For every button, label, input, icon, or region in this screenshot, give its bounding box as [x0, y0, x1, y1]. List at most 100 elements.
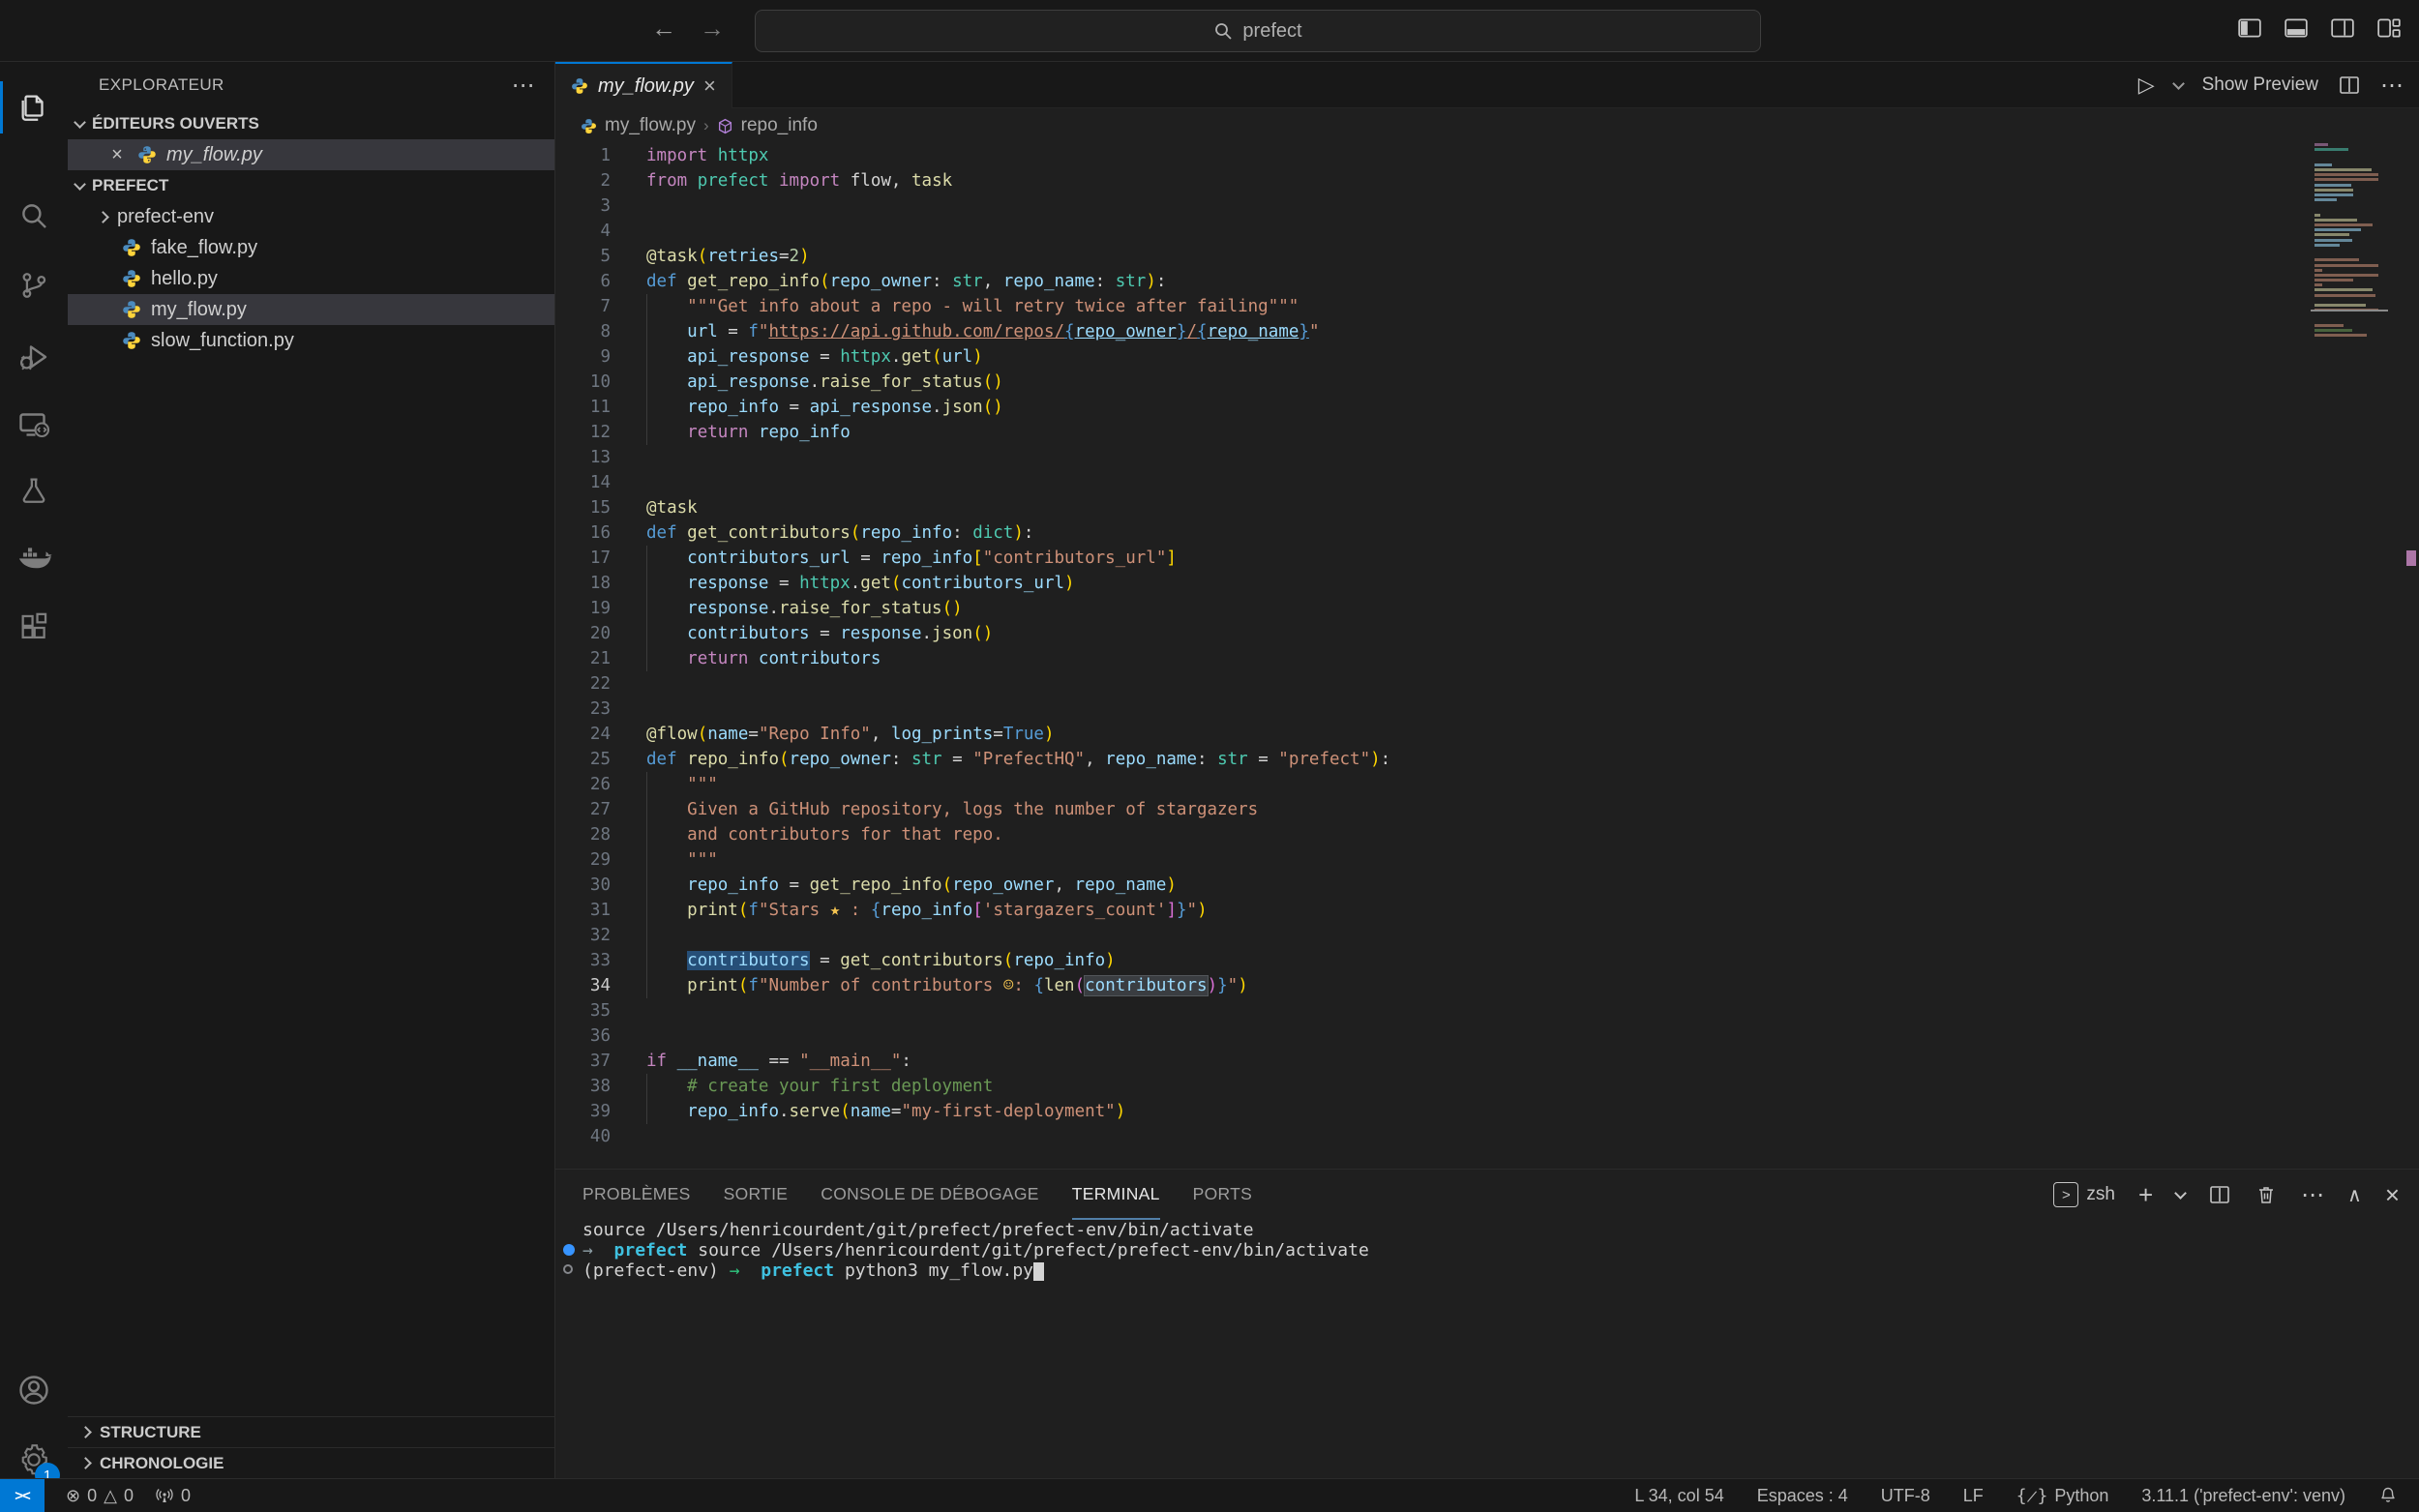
- code-area[interactable]: 1import httpx2from prefect import flow, …: [555, 143, 2419, 1169]
- encoding-status[interactable]: UTF-8: [1881, 1486, 1930, 1506]
- tab-my-flow[interactable]: my_flow.py ×: [555, 62, 732, 108]
- notifications-bell-icon[interactable]: [2378, 1486, 2398, 1505]
- toggle-secondary-sidebar-icon[interactable]: [2330, 15, 2355, 41]
- split-editor-icon[interactable]: [2338, 74, 2361, 97]
- toggle-panel-icon[interactable]: [2284, 15, 2309, 41]
- split-terminal-icon[interactable]: [2208, 1183, 2231, 1206]
- code-line-27[interactable]: 27 Given a GitHub repository, logs the n…: [555, 797, 2419, 822]
- terminal-dropdown-icon[interactable]: [2174, 1187, 2187, 1200]
- activitybar-extensions[interactable]: [0, 596, 68, 660]
- sidebar-file-prefect-env[interactable]: prefect-env: [68, 201, 554, 232]
- code-line-9[interactable]: 9 api_response = httpx.get(url): [555, 344, 2419, 370]
- toggle-sidebar-icon[interactable]: [2237, 15, 2262, 41]
- breadcrumb-file[interactable]: my_flow.py: [605, 115, 696, 136]
- sidebar-file-slow-function-py[interactable]: slow_function.py: [68, 325, 554, 356]
- code-line-5[interactable]: 5@task(retries=2): [555, 244, 2419, 269]
- python-interpreter-status[interactable]: 3.11.1 ('prefect-env': venv): [2141, 1486, 2345, 1506]
- code-line-35[interactable]: 35: [555, 998, 2419, 1023]
- panel-tab-probl-mes[interactable]: PROBLÈMES: [582, 1170, 691, 1220]
- code-line-30[interactable]: 30 repo_info = get_repo_info(repo_owner,…: [555, 873, 2419, 898]
- code-line-14[interactable]: 14: [555, 470, 2419, 495]
- command-center-search[interactable]: prefect: [755, 10, 1761, 52]
- code-line-22[interactable]: 22: [555, 671, 2419, 697]
- panel-more-actions-icon[interactable]: ⋯: [2301, 1181, 2324, 1209]
- problems-status[interactable]: ⊗ 0 △ 0: [66, 1486, 134, 1506]
- maximize-panel-icon[interactable]: ∧: [2347, 1183, 2362, 1207]
- code-line-13[interactable]: 13: [555, 445, 2419, 470]
- code-line-15[interactable]: 15@task: [555, 495, 2419, 520]
- code-line-18[interactable]: 18 response = httpx.get(contributors_url…: [555, 571, 2419, 596]
- terminal-shell-selector[interactable]: > zsh: [2053, 1182, 2115, 1207]
- sidebar-file-my-flow-py[interactable]: my_flow.py: [68, 294, 554, 325]
- close-icon[interactable]: ×: [106, 144, 128, 166]
- code-line-34[interactable]: 34 print(f"Number of contributors ☺: {le…: [555, 973, 2419, 998]
- code-line-19[interactable]: 19 response.raise_for_status(): [555, 596, 2419, 621]
- code-line-33[interactable]: 33 contributors = get_contributors(repo_…: [555, 948, 2419, 973]
- run-dropdown-icon[interactable]: [2172, 77, 2185, 90]
- code-line-31[interactable]: 31 print(f"Stars ★ : {repo_info['stargaz…: [555, 898, 2419, 923]
- customize-layout-icon[interactable]: [2376, 15, 2402, 41]
- activitybar-explorer[interactable]: [0, 75, 68, 139]
- remote-indicator[interactable]: ><: [0, 1479, 45, 1512]
- code-line-6[interactable]: 6def get_repo_info(repo_owner: str, repo…: [555, 269, 2419, 294]
- explorer-more-actions-icon[interactable]: ⋯: [512, 72, 535, 100]
- panel-tab-console-de-d-bogage[interactable]: CONSOLE DE DÉBOGAGE: [821, 1170, 1038, 1220]
- code-line-38[interactable]: 38 # create your first deployment: [555, 1074, 2419, 1099]
- new-terminal-icon[interactable]: +: [2138, 1180, 2153, 1210]
- terminal-output[interactable]: source /Users/henricourdent/git/prefect/…: [555, 1220, 2419, 1281]
- code-line-2[interactable]: 2from prefect import flow, task: [555, 168, 2419, 193]
- code-line-39[interactable]: 39 repo_info.serve(name="my-first-deploy…: [555, 1099, 2419, 1124]
- code-line-29[interactable]: 29 """: [555, 847, 2419, 873]
- code-line-25[interactable]: 25def repo_info(repo_owner: str = "Prefe…: [555, 747, 2419, 772]
- show-preview-button[interactable]: Show Preview: [2202, 74, 2318, 96]
- sidebar-file-hello-py[interactable]: hello.py: [68, 263, 554, 294]
- code-line-4[interactable]: 4: [555, 219, 2419, 244]
- code-line-11[interactable]: 11 repo_info = api_response.json(): [555, 395, 2419, 420]
- editor-more-actions-icon[interactable]: ⋯: [2380, 72, 2404, 100]
- nav-forward-icon[interactable]: →: [695, 14, 730, 44]
- code-line-8[interactable]: 8 url = f"https://api.github.com/repos/{…: [555, 319, 2419, 344]
- activitybar-remote-explorer[interactable]: [0, 393, 68, 457]
- kill-terminal-icon[interactable]: [2255, 1183, 2278, 1206]
- indentation-status[interactable]: Espaces : 4: [1757, 1486, 1848, 1506]
- timeline-section[interactable]: CHRONOLOGIE: [68, 1447, 554, 1478]
- code-line-28[interactable]: 28 and contributors for that repo.: [555, 822, 2419, 847]
- code-line-7[interactable]: 7 """Get info about a repo - will retry …: [555, 294, 2419, 319]
- code-line-1[interactable]: 1import httpx: [555, 143, 2419, 168]
- panel-tab-terminal[interactable]: TERMINAL: [1072, 1170, 1160, 1220]
- activitybar-docker[interactable]: [0, 526, 68, 590]
- command-decoration-filled-icon[interactable]: [563, 1244, 575, 1256]
- eol-status[interactable]: LF: [1963, 1486, 1984, 1506]
- code-line-37[interactable]: 37if __name__ == "__main__":: [555, 1049, 2419, 1074]
- panel-tab-sortie[interactable]: SORTIE: [724, 1170, 789, 1220]
- language-mode-status[interactable]: {̷} Python: [2016, 1486, 2109, 1506]
- activitybar-source-control[interactable]: [0, 253, 68, 317]
- code-line-16[interactable]: 16def get_contributors(repo_info: dict):: [555, 520, 2419, 546]
- code-line-20[interactable]: 20 contributors = response.json(): [555, 621, 2419, 646]
- close-panel-icon[interactable]: ×: [2385, 1180, 2400, 1210]
- activitybar-testing[interactable]: [0, 459, 68, 522]
- activitybar-run-debug[interactable]: [0, 325, 68, 389]
- activitybar-account[interactable]: [0, 1358, 68, 1422]
- open-editors-section[interactable]: ÉDITEURS OUVERTS: [68, 108, 554, 139]
- tab-close-icon[interactable]: ×: [703, 74, 716, 99]
- code-line-21[interactable]: 21 return contributors: [555, 646, 2419, 671]
- command-decoration-open-icon[interactable]: [563, 1264, 573, 1274]
- minimap[interactable]: [2314, 143, 2384, 344]
- code-line-32[interactable]: 32: [555, 923, 2419, 948]
- code-line-36[interactable]: 36: [555, 1023, 2419, 1049]
- code-line-23[interactable]: 23: [555, 697, 2419, 722]
- open-editor-item[interactable]: × my_flow.py: [68, 139, 554, 170]
- panel-tab-ports[interactable]: PORTS: [1193, 1170, 1252, 1220]
- breadcrumb-symbol[interactable]: repo_info: [741, 115, 818, 136]
- code-line-17[interactable]: 17 contributors_url = repo_info["contrib…: [555, 546, 2419, 571]
- outline-section[interactable]: STRUCTURE: [68, 1416, 554, 1447]
- activitybar-search[interactable]: [0, 184, 68, 248]
- code-line-24[interactable]: 24@flow(name="Repo Info", log_prints=Tru…: [555, 722, 2419, 747]
- cursor-position-status[interactable]: L 34, col 54: [1634, 1486, 1723, 1506]
- code-line-40[interactable]: 40: [555, 1124, 2419, 1149]
- code-line-26[interactable]: 26 """: [555, 772, 2419, 797]
- run-python-file-icon[interactable]: ▷: [2138, 73, 2155, 98]
- code-line-12[interactable]: 12 return repo_info: [555, 420, 2419, 445]
- folder-section-prefect[interactable]: PREFECT: [68, 170, 554, 201]
